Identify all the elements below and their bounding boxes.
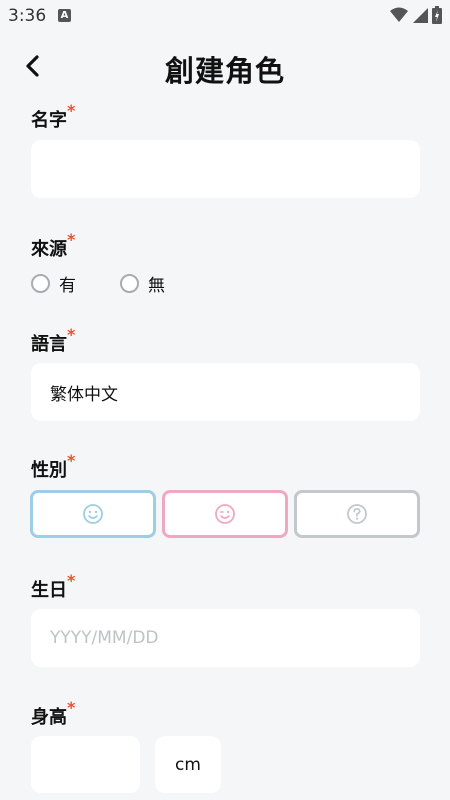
name-required-mark: * [67, 101, 76, 120]
status-time: 3:36 [8, 6, 47, 26]
birthday-input[interactable]: YYYY/MM/DD [31, 609, 420, 667]
origin-required-mark: * [67, 230, 76, 249]
battery-icon [432, 6, 442, 24]
name-input[interactable] [31, 140, 420, 198]
gender-female-option[interactable] [162, 490, 288, 538]
birthday-placeholder: YYYY/MM/DD [50, 628, 159, 648]
birthday-required-mark: * [67, 571, 76, 590]
question-icon [347, 504, 367, 524]
page-title: 創建角色 [164, 54, 285, 88]
status-icons [390, 6, 442, 24]
wink-icon [215, 504, 235, 524]
language-label: 語言 [31, 334, 67, 355]
gender-label: 性別 [31, 460, 67, 481]
origin-radio-no[interactable]: 無 [120, 271, 165, 296]
language-required-mark: * [67, 325, 76, 344]
birthday-label: 生日 [31, 580, 67, 601]
height-required-mark: * [67, 698, 76, 717]
language-select[interactable]: 繁体中文 [31, 363, 420, 421]
smile-icon [83, 504, 103, 524]
origin-option-label: 無 [148, 276, 165, 296]
app-header: 創建角色 [0, 40, 450, 96]
signal-icon [413, 8, 428, 23]
notification-icon: A [58, 9, 71, 22]
height-unit: cm [155, 736, 221, 793]
origin-label: 來源 [31, 239, 67, 260]
origin-radio-yes[interactable]: 有 [31, 271, 76, 296]
wifi-icon [390, 7, 408, 22]
status-bar: 3:36 A [0, 0, 450, 32]
height-label: 身高 [31, 707, 67, 728]
gender-male-option[interactable] [30, 490, 156, 538]
radio-circle [31, 274, 50, 293]
origin-option-label: 有 [59, 276, 76, 296]
height-input[interactable] [31, 736, 140, 793]
name-label: 名字 [31, 110, 67, 131]
gender-unknown-option[interactable] [294, 490, 420, 538]
gender-required-mark: * [67, 451, 76, 470]
radio-circle [120, 274, 139, 293]
